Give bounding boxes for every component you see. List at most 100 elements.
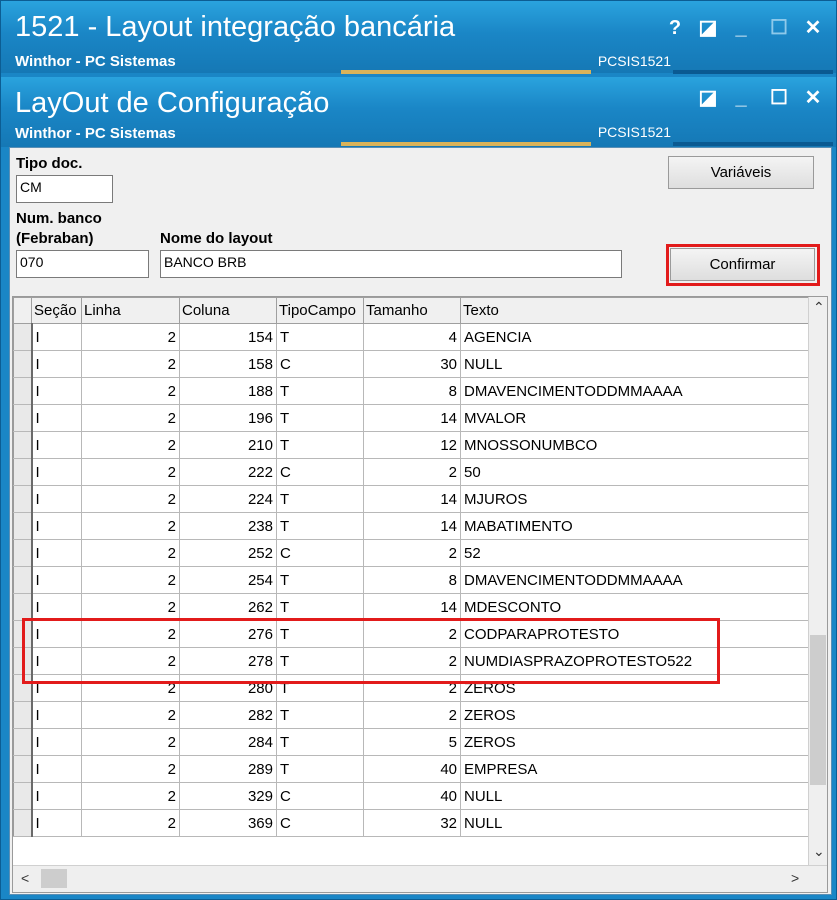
cell-tipocampo[interactable]: T xyxy=(276,404,364,432)
cell-tipocampo[interactable]: T xyxy=(276,728,364,756)
cell-tipocampo[interactable]: T xyxy=(276,566,364,594)
cell-secao[interactable]: I xyxy=(31,782,82,810)
cell-tamanho[interactable]: 14 xyxy=(363,593,461,621)
table-row[interactable]: I 2 158 C 30 NULL xyxy=(13,350,810,378)
column-header-coluna[interactable]: Coluna xyxy=(179,297,277,324)
cell-tamanho[interactable]: 2 xyxy=(363,539,461,567)
cell-tipocampo[interactable]: C xyxy=(276,809,364,837)
cell-texto[interactable]: AGENCIA xyxy=(460,323,810,351)
cell-coluna[interactable]: 158 xyxy=(179,350,277,378)
cell-tipocampo[interactable]: C xyxy=(276,782,364,810)
cell-secao[interactable]: I xyxy=(31,593,82,621)
cell-tipocampo[interactable]: T xyxy=(276,323,364,351)
cell-texto[interactable]: 50 xyxy=(460,458,810,486)
table-row[interactable]: I 2 262 T 14 MDESCONTO xyxy=(13,593,810,621)
cell-texto[interactable]: EMPRESA xyxy=(460,755,810,783)
row-indicator[interactable] xyxy=(13,512,33,540)
cell-linha[interactable]: 2 xyxy=(81,431,180,459)
horizontal-scroll-thumb[interactable] xyxy=(41,869,67,888)
column-header-texto[interactable]: Texto xyxy=(460,297,810,324)
table-row[interactable]: I 2 369 C 32 NULL xyxy=(13,809,810,837)
table-row[interactable]: I 2 282 T 2 ZEROS xyxy=(13,701,810,729)
cell-texto[interactable]: MVALOR xyxy=(460,404,810,432)
row-indicator[interactable] xyxy=(13,458,33,486)
cell-coluna[interactable]: 196 xyxy=(179,404,277,432)
cell-linha[interactable]: 2 xyxy=(81,593,180,621)
cell-coluna[interactable]: 222 xyxy=(179,458,277,486)
table-row[interactable]: I 2 284 T 5 ZEROS xyxy=(13,728,810,756)
cell-texto[interactable]: DMAVENCIMENTODDMMAAAA xyxy=(460,566,810,594)
cell-tamanho[interactable]: 2 xyxy=(363,701,461,729)
table-row[interactable]: I 2 238 T 14 MABATIMENTO xyxy=(13,512,810,540)
cell-tipocampo[interactable]: T xyxy=(276,593,364,621)
cell-texto[interactable]: NULL xyxy=(460,809,810,837)
inner-maximize-button[interactable]: ☐ xyxy=(766,85,792,111)
outer-title-bar[interactable]: 1521 - Layout integração bancária Wintho… xyxy=(1,1,836,74)
row-indicator[interactable] xyxy=(13,593,33,621)
cell-tipocampo[interactable]: T xyxy=(276,755,364,783)
cell-texto[interactable]: MJUROS xyxy=(460,485,810,513)
inner-close-button[interactable]: ✕ xyxy=(800,85,826,111)
cell-coluna[interactable]: 210 xyxy=(179,431,277,459)
cell-secao[interactable]: I xyxy=(31,458,82,486)
cell-texto[interactable]: 52 xyxy=(460,539,810,567)
inner-title-bar[interactable]: LayOut de Configuração Winthor - PC Sist… xyxy=(1,77,836,147)
table-row[interactable]: I 2 224 T 14 MJUROS xyxy=(13,485,810,513)
table-row[interactable]: I 2 254 T 8 DMAVENCIMENTODDMMAAAA xyxy=(13,566,810,594)
table-row[interactable]: I 2 222 C 2 50 xyxy=(13,458,810,486)
num-banco-field[interactable]: 070 xyxy=(16,250,149,278)
cell-secao[interactable]: I xyxy=(31,701,82,729)
cell-coluna[interactable]: 224 xyxy=(179,485,277,513)
column-header-tipocampo[interactable]: TipoCampo xyxy=(276,297,364,324)
cell-coluna[interactable]: 282 xyxy=(179,701,277,729)
cell-texto[interactable]: NULL xyxy=(460,782,810,810)
cell-texto[interactable]: MABATIMENTO xyxy=(460,512,810,540)
horizontal-scrollbar[interactable]: < > xyxy=(13,865,827,892)
cell-linha[interactable]: 2 xyxy=(81,809,180,837)
row-indicator[interactable] xyxy=(13,323,33,351)
cell-tamanho[interactable]: 14 xyxy=(363,404,461,432)
cell-tipocampo[interactable]: C xyxy=(276,350,364,378)
cell-coluna[interactable]: 154 xyxy=(179,323,277,351)
scroll-left-icon[interactable]: < xyxy=(21,870,29,886)
cell-linha[interactable]: 2 xyxy=(81,566,180,594)
cell-secao[interactable]: I xyxy=(31,809,82,837)
cell-tamanho[interactable]: 32 xyxy=(363,809,461,837)
vertical-scroll-thumb[interactable] xyxy=(810,635,826,785)
row-indicator[interactable] xyxy=(13,539,33,567)
vertical-scrollbar[interactable]: ⌃ ⌄ xyxy=(808,297,827,866)
variaveis-button[interactable]: Variáveis xyxy=(668,156,814,189)
nome-layout-field[interactable]: BANCO BRB xyxy=(160,250,622,278)
cell-tamanho[interactable]: 14 xyxy=(363,485,461,513)
cell-linha[interactable]: 2 xyxy=(81,755,180,783)
cell-coluna[interactable]: 329 xyxy=(179,782,277,810)
cell-texto[interactable]: MNOSSONUMBCO xyxy=(460,431,810,459)
cell-linha[interactable]: 2 xyxy=(81,512,180,540)
tipo-doc-field[interactable]: CM xyxy=(16,175,113,203)
row-indicator[interactable] xyxy=(13,566,33,594)
cell-secao[interactable]: I xyxy=(31,539,82,567)
cell-texto[interactable]: ZEROS xyxy=(460,728,810,756)
table-row[interactable]: I 2 289 T 40 EMPRESA xyxy=(13,755,810,783)
cell-coluna[interactable]: 188 xyxy=(179,377,277,405)
cell-tamanho[interactable]: 40 xyxy=(363,755,461,783)
cell-tamanho[interactable]: 14 xyxy=(363,512,461,540)
cell-texto[interactable]: DMAVENCIMENTODDMMAAAA xyxy=(460,377,810,405)
cell-linha[interactable]: 2 xyxy=(81,701,180,729)
cell-tipocampo[interactable]: C xyxy=(276,458,364,486)
cell-tamanho[interactable]: 4 xyxy=(363,323,461,351)
column-header-tamanho[interactable]: Tamanho xyxy=(363,297,461,324)
cell-secao[interactable]: I xyxy=(31,755,82,783)
table-row[interactable]: I 2 196 T 14 MVALOR xyxy=(13,404,810,432)
inner-minimize-button[interactable]: _ xyxy=(728,85,754,111)
cell-secao[interactable]: I xyxy=(31,728,82,756)
cell-linha[interactable]: 2 xyxy=(81,350,180,378)
table-row[interactable]: I 2 210 T 12 MNOSSONUMBCO xyxy=(13,431,810,459)
cell-tamanho[interactable]: 40 xyxy=(363,782,461,810)
cell-secao[interactable]: I xyxy=(31,323,82,351)
cell-tipocampo[interactable]: T xyxy=(276,431,364,459)
table-row[interactable]: I 2 252 C 2 52 xyxy=(13,539,810,567)
cell-linha[interactable]: 2 xyxy=(81,323,180,351)
cell-coluna[interactable]: 369 xyxy=(179,809,277,837)
cell-coluna[interactable]: 262 xyxy=(179,593,277,621)
